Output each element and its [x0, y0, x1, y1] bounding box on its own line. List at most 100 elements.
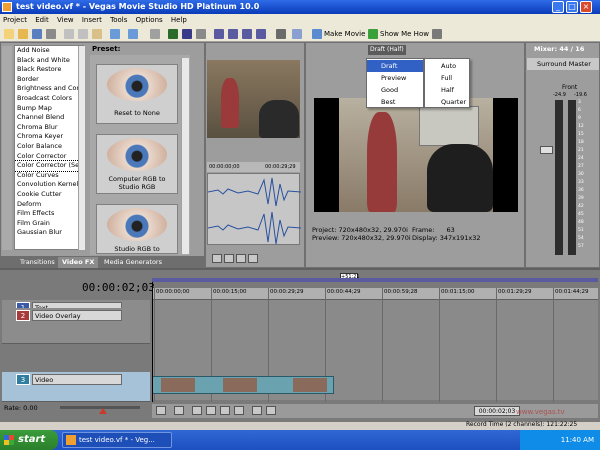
- fx-list-item[interactable]: Channel Blend: [15, 113, 83, 123]
- fx-list-item[interactable]: Color Corrector (Secondary): [15, 160, 83, 172]
- submenu-full[interactable]: Full: [425, 72, 469, 84]
- fx-list-item[interactable]: Film Effects: [15, 209, 83, 219]
- fx-list-item[interactable]: Gaussian Blur: [15, 228, 83, 238]
- track-header-overlay[interactable]: 2 Video Overlay: [2, 308, 150, 344]
- fx-list-item[interactable]: Film Grain: [15, 219, 83, 229]
- meter-scale-label: 3: [578, 100, 581, 105]
- ruler-label: 00:01:44;29: [555, 289, 589, 295]
- fx-list-item[interactable]: Deform: [15, 200, 83, 210]
- vegas-icon: [66, 435, 76, 445]
- help-icon[interactable]: [292, 29, 302, 39]
- preset-scrollbar[interactable]: [181, 58, 189, 254]
- ruler-label: 00:01:29;29: [498, 289, 532, 295]
- submenu-half[interactable]: Half: [425, 84, 469, 96]
- fx-list-item[interactable]: Add Noise: [15, 46, 83, 56]
- prev-frame-icon[interactable]: [252, 406, 262, 415]
- maximize-button[interactable]: □: [566, 1, 578, 13]
- properties-icon[interactable]: [46, 29, 56, 39]
- trimmer-waveform[interactable]: [207, 173, 302, 245]
- paste-icon[interactable]: [92, 29, 102, 39]
- menu-item-draft[interactable]: Draft: [367, 60, 423, 72]
- render-icon[interactable]: [150, 29, 160, 39]
- loop-icon[interactable]: [174, 406, 184, 415]
- next-frame-icon[interactable]: [266, 406, 276, 415]
- track-name[interactable]: Video Overlay: [32, 310, 122, 321]
- submenu-quarter[interactable]: Quarter: [425, 96, 469, 108]
- preset-computer-rgb[interactable]: Computer RGB to Studio RGB: [96, 134, 178, 194]
- menu-item-good[interactable]: Good: [367, 84, 423, 96]
- undo-icon[interactable]: [110, 29, 120, 39]
- stop-icon[interactable]: [248, 254, 258, 263]
- play-icon[interactable]: [212, 254, 222, 263]
- copy-icon[interactable]: [78, 29, 88, 39]
- close-button[interactable]: ×: [580, 1, 592, 13]
- preset-reset-to-none[interactable]: Reset to None: [96, 64, 178, 124]
- pause-icon[interactable]: [236, 254, 246, 263]
- thumb-frame: [293, 378, 327, 392]
- fx-list-scrollbar[interactable]: [78, 46, 85, 250]
- snap-icon[interactable]: [168, 29, 178, 39]
- selection-tool-icon[interactable]: [242, 29, 252, 39]
- playhead[interactable]: [152, 282, 153, 402]
- minimize-button[interactable]: _: [552, 1, 564, 13]
- menu-edit[interactable]: Edit: [35, 16, 49, 24]
- fx-list-item[interactable]: Convolution Kernel: [15, 180, 83, 190]
- fx-list-item[interactable]: Cookie Cutter: [15, 190, 83, 200]
- track-name[interactable]: Video: [32, 374, 122, 385]
- cut-icon[interactable]: [64, 29, 74, 39]
- submenu-auto[interactable]: Auto: [425, 60, 469, 72]
- trimmer-transport: [212, 254, 302, 264]
- fx-list-item[interactable]: Black Restore: [15, 65, 83, 75]
- play-loop-icon[interactable]: [224, 254, 234, 263]
- fx-list-item[interactable]: Color Curves: [15, 171, 83, 181]
- save-icon[interactable]: [32, 29, 42, 39]
- fx-list-item[interactable]: Chroma Blur: [15, 123, 83, 133]
- new-icon[interactable]: [4, 29, 14, 39]
- master-fader[interactable]: [540, 146, 553, 154]
- fx-list-item[interactable]: Bump Map: [15, 104, 83, 114]
- fx-list-item[interactable]: Border: [15, 75, 83, 85]
- taskbar-app-button[interactable]: test video.vf * - Veg...: [62, 432, 172, 448]
- menu-item-best[interactable]: Best: [367, 96, 423, 108]
- normal-edit-tool-icon[interactable]: [214, 29, 224, 39]
- record-icon[interactable]: [156, 406, 166, 415]
- redo-icon[interactable]: [128, 29, 138, 39]
- preset-studio-rgb[interactable]: Studio RGB to: [96, 204, 178, 254]
- menu-help[interactable]: Help: [171, 16, 187, 24]
- stop-icon[interactable]: [234, 406, 244, 415]
- play-icon[interactable]: [206, 406, 216, 415]
- auto-ripple-icon[interactable]: [182, 29, 192, 39]
- lock-envelopes-icon[interactable]: [196, 29, 206, 39]
- pause-icon[interactable]: [220, 406, 230, 415]
- tab-transitions[interactable]: Transitions: [16, 257, 59, 268]
- preview-quality-dropdown[interactable]: Draft (Half): [368, 45, 406, 55]
- play-from-start-icon[interactable]: [192, 406, 202, 415]
- menu-project[interactable]: Project: [3, 16, 27, 24]
- extra-icon[interactable]: [432, 29, 442, 39]
- zoom-tool-icon[interactable]: [256, 29, 266, 39]
- fx-list-item[interactable]: Black and White: [15, 56, 83, 66]
- meter-scale-label: 57: [578, 244, 584, 249]
- menu-tools[interactable]: Tools: [110, 16, 127, 24]
- meter-scale-label: 33: [578, 180, 584, 185]
- menu-insert[interactable]: Insert: [82, 16, 102, 24]
- tab-media-generators[interactable]: Media Generators: [100, 257, 166, 268]
- menu-item-preview[interactable]: Preview: [367, 72, 423, 84]
- video-event[interactable]: [152, 376, 334, 394]
- events-icon[interactable]: [276, 29, 286, 39]
- fx-list-item[interactable]: Color Balance: [15, 142, 83, 152]
- loop-region-bar[interactable]: [152, 278, 598, 282]
- envelope-tool-icon[interactable]: [228, 29, 238, 39]
- menu-view[interactable]: View: [57, 16, 74, 24]
- track-header-video[interactable]: 3 Video: [2, 372, 150, 402]
- rate-handle-icon[interactable]: [99, 408, 107, 414]
- trimmer-person: [259, 100, 299, 138]
- fx-list-item[interactable]: Broadcast Colors: [15, 94, 83, 104]
- mixer-title: Mixer: 44 / 16: [534, 45, 585, 53]
- tab-video-fx[interactable]: Video FX: [58, 257, 99, 268]
- fx-list-item[interactable]: Brightness and Contrast: [15, 84, 83, 94]
- menu-options[interactable]: Options: [136, 16, 163, 24]
- fx-list-item[interactable]: Color Corrector: [15, 152, 83, 162]
- open-icon[interactable]: [18, 29, 28, 39]
- fx-list-item[interactable]: Chroma Keyer: [15, 132, 83, 142]
